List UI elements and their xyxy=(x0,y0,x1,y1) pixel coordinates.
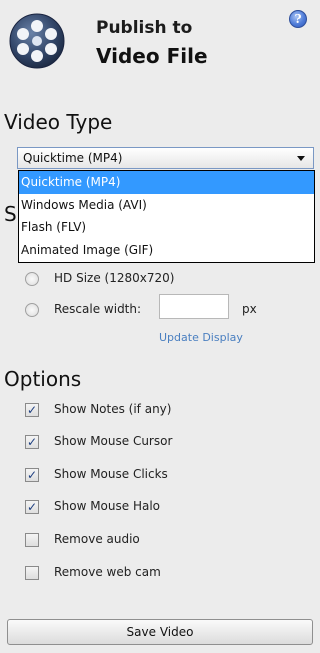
remove-web-cam-label: Remove web cam xyxy=(54,565,161,579)
show-mouse-cursor-label: Show Mouse Cursor xyxy=(54,434,173,448)
rescale-width-label: Rescale width: xyxy=(54,302,142,316)
show-notes-checkbox[interactable]: ✓ xyxy=(25,403,39,417)
save-video-button[interactable]: Save Video xyxy=(7,619,313,645)
title-line-1: Publish to xyxy=(96,18,193,38)
dropdown-option-quicktime[interactable]: Quicktime (MP4) xyxy=(19,171,314,194)
show-notes-label: Show Notes (if any) xyxy=(54,402,172,416)
remove-audio-label: Remove audio xyxy=(54,532,140,546)
help-icon[interactable]: ? xyxy=(289,10,307,28)
show-mouse-clicks-checkbox[interactable]: ✓ xyxy=(25,468,39,482)
remove-web-cam-checkbox[interactable] xyxy=(25,566,39,580)
show-mouse-halo-label: Show Mouse Halo xyxy=(54,499,160,513)
show-mouse-halo-checkbox[interactable]: ✓ xyxy=(25,500,39,514)
video-type-selected-value: Quicktime (MP4) xyxy=(23,151,123,165)
chevron-down-icon[interactable] xyxy=(297,156,305,161)
show-mouse-cursor-checkbox[interactable]: ✓ xyxy=(25,435,39,449)
hd-size-label: HD Size (1280x720) xyxy=(54,271,175,285)
video-type-dropdown-list[interactable]: Quicktime (MP4) Windows Media (AVI) Flas… xyxy=(18,170,315,263)
dropdown-option-flash[interactable]: Flash (FLV) xyxy=(19,216,314,239)
video-type-heading: Video Type xyxy=(4,110,113,134)
update-display-link[interactable]: Update Display xyxy=(159,331,243,344)
video-type-select[interactable]: Quicktime (MP4) xyxy=(17,147,314,169)
px-unit-label: px xyxy=(242,302,257,316)
dropdown-option-windows-media[interactable]: Windows Media (AVI) xyxy=(19,194,314,217)
dropdown-option-animated-gif[interactable]: Animated Image (GIF) xyxy=(19,239,314,262)
size-heading: S xyxy=(4,202,17,226)
film-reel-icon xyxy=(9,13,65,69)
remove-audio-checkbox[interactable] xyxy=(25,533,39,547)
show-mouse-clicks-label: Show Mouse Clicks xyxy=(54,467,168,481)
rescale-width-radio[interactable] xyxy=(25,303,39,317)
hd-size-radio[interactable] xyxy=(25,272,39,286)
options-heading: Options xyxy=(4,367,82,391)
title-line-2: Video File xyxy=(96,44,208,68)
rescale-width-input[interactable] xyxy=(159,294,229,319)
